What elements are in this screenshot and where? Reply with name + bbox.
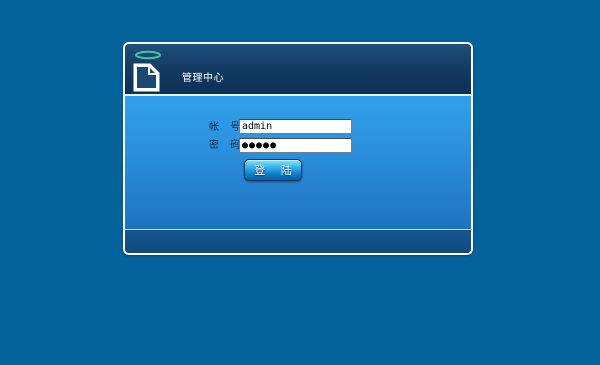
username-input[interactable]	[239, 119, 352, 134]
login-button[interactable]: 登 陆	[244, 159, 302, 181]
password-input[interactable]	[239, 138, 352, 153]
panel-footer	[125, 230, 471, 253]
username-label-colon: :	[233, 118, 237, 129]
password-label-colon: :	[233, 136, 237, 147]
panel-header: 管理中心	[125, 44, 471, 94]
login-page: 管理中心 帐 号 : 密 码 : 登 陆	[0, 0, 600, 365]
panel-title: 管理中心	[182, 73, 224, 84]
document-with-halo-icon	[133, 50, 161, 92]
login-panel: 管理中心 帐 号 : 密 码 : 登 陆	[123, 42, 473, 255]
